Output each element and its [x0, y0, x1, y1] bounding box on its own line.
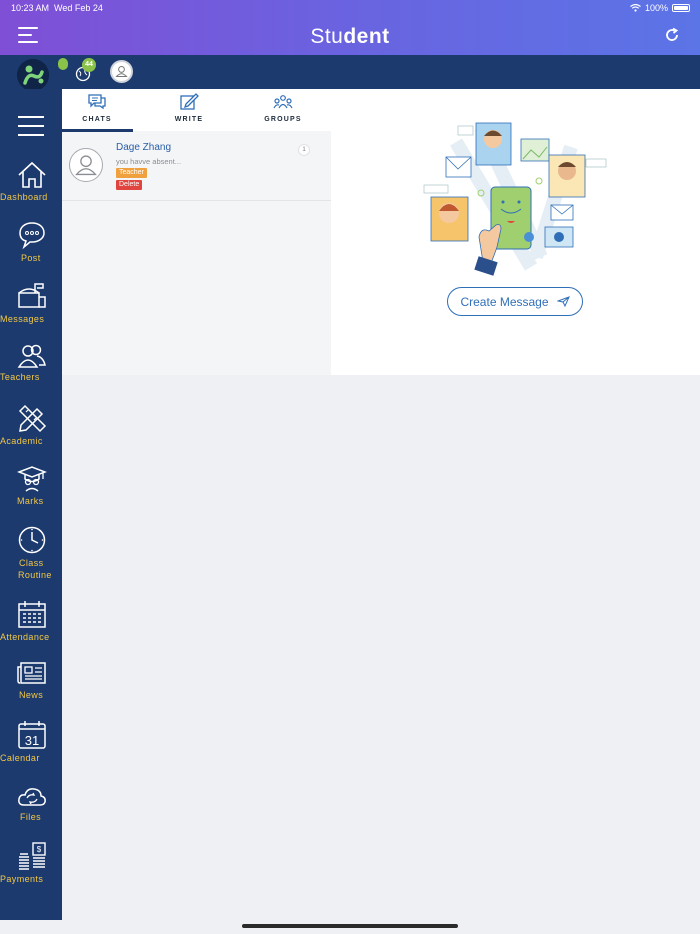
newspaper-icon [17, 662, 46, 684]
sidebar-item-academic[interactable]: Academic [0, 403, 62, 446]
clock-icon [18, 526, 46, 554]
create-message-label: Create Message [460, 294, 549, 309]
sidebar-item-messages[interactable]: Messages [0, 281, 62, 324]
battery-icon [672, 4, 690, 12]
sub-header [0, 55, 700, 89]
sidebar-item-calendar[interactable]: 31 Calendar [0, 720, 62, 763]
calendar-grid-icon [18, 601, 46, 628]
sidebar-item-marks[interactable]: Marks [0, 465, 62, 506]
battery-percent: 100% [644, 3, 668, 13]
chat-list-panel: CHATS WRITE GROUPS Dage Zhang you havve … [62, 89, 331, 375]
graduate-icon [17, 466, 47, 492]
status-time: 10:23 AM Wed Feb 24 [11, 3, 103, 13]
wifi-icon [630, 4, 641, 12]
tab-bar: CHATS WRITE GROUPS [62, 89, 331, 132]
money-icon: $ [19, 842, 46, 870]
send-icon [556, 296, 570, 307]
tab-write[interactable]: WRITE [154, 89, 224, 131]
sidebar-item-teachers[interactable]: Teachers [0, 343, 62, 382]
svg-text:31: 31 [25, 733, 39, 748]
contact-name: Dage Zhang [116, 142, 172, 153]
write-icon [180, 93, 199, 110]
chat-bubble-icon [19, 222, 45, 250]
home-indicator[interactable] [242, 924, 458, 928]
contact-avatar [69, 148, 103, 182]
sidebar-menu-icon[interactable] [18, 116, 44, 143]
status-indicators: 100% [630, 3, 690, 13]
calendar-31-icon: 31 [18, 721, 46, 749]
chat-list-item[interactable]: Dage Zhang you havve absent... Teacher D… [62, 132, 331, 201]
create-message-button[interactable]: Create Message [447, 287, 583, 316]
tab-groups[interactable]: GROUPS [248, 89, 318, 131]
notification-count-badge: 44 [82, 58, 96, 72]
home-icon [18, 161, 46, 188]
sidebar-item-post[interactable]: Post [0, 220, 62, 263]
profile-avatar[interactable] [110, 60, 133, 83]
pencil-ruler-icon [18, 404, 47, 433]
cloud-sync-icon [18, 788, 46, 806]
status-badge [58, 58, 68, 70]
app-header: 10:23 AM Wed Feb 24 100% Student [0, 0, 700, 55]
sidebar-item-dashboard[interactable]: Dashboard [0, 161, 62, 202]
sidebar-item-attendance[interactable]: Attendance [0, 599, 62, 642]
chats-icon [88, 94, 106, 110]
unread-count-badge: 1 [298, 144, 310, 156]
sidebar: Dashboard Post Messages Teachers Academi… [0, 89, 62, 920]
sidebar-item-payments[interactable]: $ Payments [0, 841, 62, 884]
school-logo [17, 59, 49, 91]
tab-chats[interactable]: CHATS [62, 89, 132, 131]
svg-text:$: $ [37, 845, 42, 854]
role-tag: Teacher [116, 168, 147, 178]
delete-button[interactable]: Delete [116, 180, 143, 190]
sidebar-item-files[interactable]: Files [0, 785, 62, 822]
message-preview: you havve absent... [116, 157, 182, 166]
groups-icon [273, 95, 293, 109]
refresh-icon[interactable] [664, 27, 680, 43]
sidebar-item-class-routine[interactable]: Class Routine [0, 525, 62, 580]
sidebar-item-news[interactable]: News [0, 661, 62, 700]
app-title: Student [310, 25, 390, 48]
messaging-illustration [423, 122, 607, 276]
mailbox-icon [18, 283, 46, 308]
message-panel: Create Message [331, 89, 700, 375]
users-icon [17, 344, 46, 368]
